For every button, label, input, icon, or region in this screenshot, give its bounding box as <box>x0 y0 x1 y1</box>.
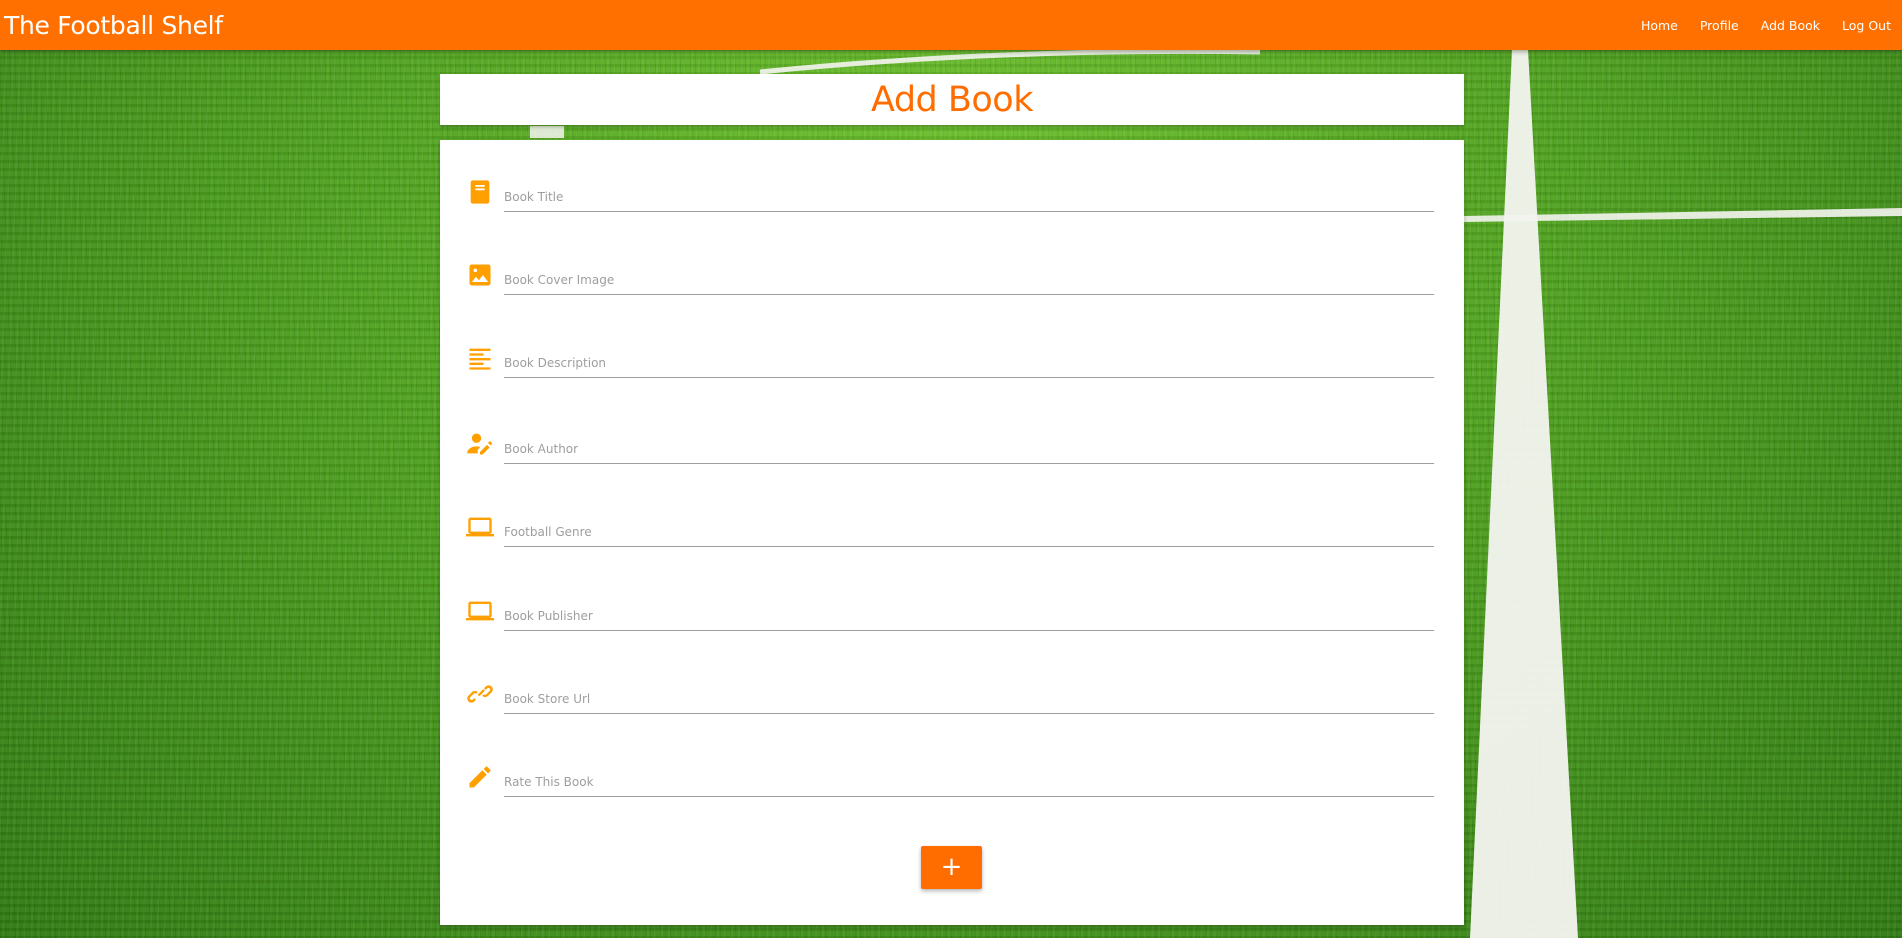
rate-this-book-field <box>464 761 1434 805</box>
link-icon <box>464 678 496 710</box>
nav-links: Home Profile Add Book Log Out <box>1630 0 1902 50</box>
book-description-input[interactable] <box>504 348 1434 378</box>
laptop-icon <box>464 511 496 543</box>
book-author-input[interactable] <box>504 434 1434 464</box>
book-title-field <box>464 176 1434 220</box>
book-publisher-field <box>464 595 1434 639</box>
book-description-field <box>464 342 1434 386</box>
text-lines-icon <box>464 342 496 374</box>
book-publisher-input[interactable] <box>504 601 1434 631</box>
nav-link-add-book[interactable]: Add Book <box>1750 18 1831 33</box>
book-cover-image-field <box>464 259 1434 303</box>
book-author-field <box>464 428 1434 472</box>
football-genre-field <box>464 511 1434 555</box>
nav-link-log-out[interactable]: Log Out <box>1831 18 1902 33</box>
nav-link-home[interactable]: Home <box>1630 18 1689 33</box>
top-navbar: The Football Shelf Home Profile Add Book… <box>0 0 1902 50</box>
pencil-icon <box>464 761 496 793</box>
book-store-url-field <box>464 678 1434 722</box>
nav-link-profile[interactable]: Profile <box>1689 18 1750 33</box>
laptop-icon <box>464 595 496 627</box>
title-card: Add Book <box>440 74 1464 125</box>
add-book-submit-button[interactable]: + <box>921 846 982 889</box>
person-edit-icon <box>464 428 496 460</box>
add-book-form: + <box>440 140 1464 925</box>
book-cover-image-input[interactable] <box>504 265 1434 295</box>
page-title: Add Book <box>871 79 1034 120</box>
football-genre-input[interactable] <box>504 517 1434 547</box>
brand-logo[interactable]: The Football Shelf <box>4 11 223 40</box>
book-title-input[interactable] <box>504 182 1434 212</box>
image-icon <box>464 259 496 291</box>
rate-this-book-input[interactable] <box>504 767 1434 797</box>
book-store-url-input[interactable] <box>504 684 1434 714</box>
book-icon <box>464 176 496 208</box>
